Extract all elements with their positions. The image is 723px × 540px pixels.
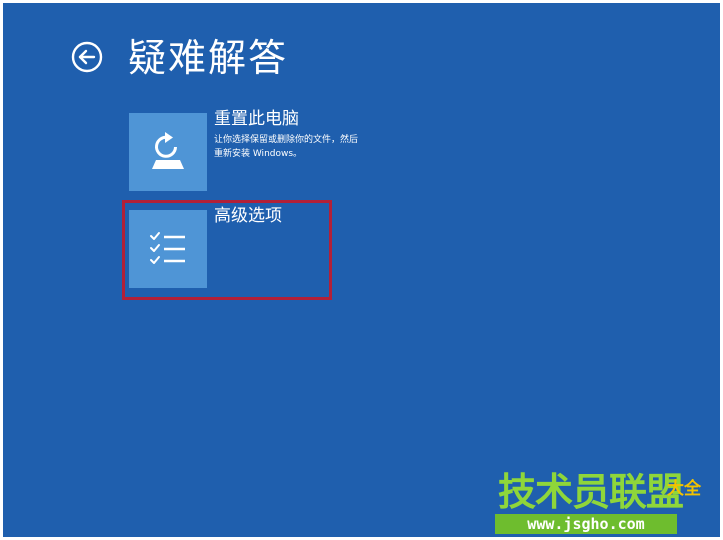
arrow-left-circle-icon bbox=[71, 41, 103, 73]
option-tile bbox=[129, 113, 207, 191]
option-description: 让你选择保留或删除你的文件，然后 重新安装 Windows。 bbox=[214, 133, 394, 161]
watermark-url: www.jsgho.com bbox=[495, 514, 677, 534]
troubleshoot-screen: 疑难解答 重置此电脑 让你选择保留或删除你的文件，然后 重新安装 Windows… bbox=[3, 3, 720, 537]
watermark-suffix-text: 大全 bbox=[667, 479, 701, 499]
option-tile bbox=[129, 210, 207, 288]
page-title: 疑难解答 bbox=[128, 36, 289, 80]
watermark-main-text: 技术员联盟 bbox=[498, 470, 684, 514]
reset-pc-icon bbox=[152, 132, 184, 169]
option-title: 重置此电脑 bbox=[214, 109, 299, 129]
option-description-line: 重新安装 Windows。 bbox=[214, 149, 303, 159]
option-title: 高级选项 bbox=[214, 206, 282, 226]
reset-pc-option[interactable]: 重置此电脑 让你选择保留或删除你的文件，然后 重新安装 Windows。 bbox=[129, 109, 389, 193]
back-button[interactable] bbox=[71, 41, 103, 73]
checklist-icon bbox=[150, 232, 185, 264]
advanced-options-option[interactable]: 高级选项 bbox=[129, 206, 389, 290]
watermark-logo: 技术员联盟 大全 www.jsgho.com bbox=[495, 471, 720, 537]
option-description-line: 让你选择保留或删除你的文件，然后 bbox=[214, 135, 359, 145]
